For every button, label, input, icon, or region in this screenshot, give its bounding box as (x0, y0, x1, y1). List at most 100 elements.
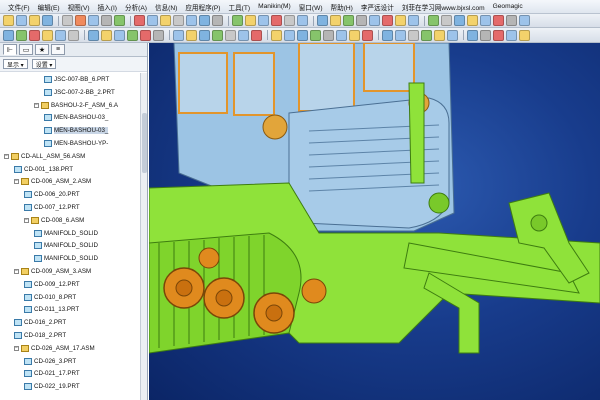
tree-node[interactable]: − CD-006_ASM_2.ASM (14, 177, 91, 186)
collapse-icon[interactable]: − (24, 217, 29, 223)
menu-item[interactable]: Geomagic (489, 3, 527, 10)
show-dropdown[interactable]: 显示 ▾ (3, 59, 28, 69)
toolbar-button-icon[interactable] (29, 15, 40, 26)
menu-item[interactable]: 文件(F) (4, 2, 34, 12)
toolbar-button-icon[interactable] (467, 29, 478, 41)
tree-node[interactable]: CD-018_2.PRT (14, 331, 66, 340)
tree-node[interactable]: CD-009_12.PRT (24, 280, 80, 289)
toolbar-button-icon[interactable] (75, 15, 86, 26)
toolbar-button-icon[interactable] (317, 15, 328, 26)
toolbar-button-icon[interactable] (258, 15, 269, 26)
folder-tab[interactable]: ▭ (19, 44, 33, 55)
tree-node[interactable]: CD-001_138.PRT (14, 165, 73, 174)
toolbar-button-icon[interactable] (356, 15, 367, 26)
toolbar-button-icon[interactable] (284, 15, 295, 26)
toolbar-button-icon[interactable] (127, 29, 138, 41)
menu-item[interactable]: 信息(N) (151, 2, 181, 12)
toolbar-button-icon[interactable] (519, 15, 530, 26)
tree-node[interactable]: CD-010_8.PRT (24, 293, 76, 302)
toolbar-button-icon[interactable] (199, 29, 210, 41)
model-tree-tab[interactable]: ⊩ (3, 44, 17, 55)
toolbar-button-icon[interactable] (62, 15, 73, 26)
toolbar-button-icon[interactable] (362, 29, 373, 41)
toolbar-button-icon[interactable] (232, 15, 243, 26)
toolbar-button-icon[interactable] (480, 15, 491, 26)
toolbar-button-icon[interactable] (271, 29, 282, 41)
toolbar-button-icon[interactable] (336, 29, 347, 41)
tree-node[interactable]: − CD-ALL_ASM_56.ASM (4, 152, 85, 161)
tree-node[interactable]: JSC-007-BB_6.PRT (44, 75, 109, 84)
toolbar-button-icon[interactable] (330, 15, 341, 26)
collapse-icon[interactable]: − (14, 269, 19, 274)
toolbar-button-icon[interactable] (238, 29, 249, 41)
toolbar-button-icon[interactable] (369, 15, 380, 26)
toolbar-button-icon[interactable] (297, 29, 308, 41)
tree-node[interactable]: MANIFOLD_SOLID (34, 229, 98, 238)
toolbar-button-icon[interactable] (506, 29, 517, 41)
toolbar-button-icon[interactable] (480, 29, 491, 41)
toolbar-button-icon[interactable] (16, 29, 27, 41)
toolbar-button-icon[interactable] (395, 29, 406, 41)
collapse-icon[interactable]: − (4, 153, 9, 159)
toolbar-button-icon[interactable] (467, 15, 478, 26)
toolbar-button-icon[interactable] (55, 29, 66, 41)
toolbar-button-icon[interactable] (519, 29, 530, 41)
favorites-tab[interactable]: ★ (35, 44, 49, 55)
menu-item[interactable]: 李严远设计 (357, 2, 398, 12)
tree-node[interactable]: MANIFOLD_SOLID (34, 241, 98, 250)
toolbar-button-icon[interactable] (493, 15, 504, 26)
toolbar-button-icon[interactable] (153, 29, 164, 41)
toolbar-button-icon[interactable] (382, 15, 393, 26)
menu-item[interactable]: 帮助(H) (327, 2, 357, 12)
toolbar-button-icon[interactable] (29, 29, 40, 41)
toolbar-button-icon[interactable] (434, 29, 445, 41)
toolbar-button-icon[interactable] (147, 15, 158, 26)
toolbar-button-icon[interactable] (88, 15, 99, 26)
toolbar-button-icon[interactable] (42, 15, 53, 26)
toolbar-button-icon[interactable] (3, 15, 14, 26)
toolbar-button-icon[interactable] (284, 29, 295, 41)
tree-node[interactable]: − CD-026_ASM_17.ASM (14, 344, 95, 353)
toolbar-button-icon[interactable] (3, 29, 14, 41)
toolbar-button-icon[interactable] (114, 15, 125, 26)
toolbar-button-icon[interactable] (297, 15, 308, 26)
menu-item[interactable]: 窗口(W) (295, 2, 327, 12)
toolbar-button-icon[interactable] (349, 29, 360, 41)
tree-node[interactable]: CD-006_20.PRT (24, 190, 80, 199)
toolbar-button-icon[interactable] (245, 15, 256, 26)
tree-node[interactable]: CD-016_2.PRT (14, 318, 66, 327)
collapse-icon[interactable]: − (14, 345, 19, 351)
toolbar-button-icon[interactable] (447, 29, 458, 41)
tree-node[interactable]: CD-026_3.PRT (24, 357, 76, 366)
menu-item[interactable]: 插入(I) (94, 2, 121, 12)
toolbar-button-icon[interactable] (212, 15, 223, 26)
tree-node[interactable]: − BASHOU-2-F_ASM_6.A (34, 101, 118, 110)
toolbar-button-icon[interactable] (88, 29, 99, 41)
toolbar-button-icon[interactable] (173, 15, 184, 26)
menu-item[interactable]: 编辑(E) (34, 2, 64, 12)
toolbar-button-icon[interactable] (395, 15, 406, 26)
toolbar-button-icon[interactable] (454, 15, 465, 26)
menu-item[interactable]: Manikin(M) (254, 3, 295, 10)
toolbar-button-icon[interactable] (421, 29, 432, 41)
toolbar-button-icon[interactable] (408, 29, 419, 41)
toolbar-button-icon[interactable] (186, 29, 197, 41)
scrollbar-thumb[interactable] (142, 113, 147, 173)
toolbar-button-icon[interactable] (441, 15, 452, 26)
tree-node[interactable]: MANIFOLD_SOLID (34, 254, 98, 263)
tree-node[interactable]: CD-021_17.PRT (24, 369, 80, 378)
toolbar-button-icon[interactable] (212, 29, 223, 41)
tree-node[interactable]: CD-007_12.PRT (24, 203, 80, 212)
toolbar-button-icon[interactable] (16, 15, 27, 26)
tree-node[interactable]: MEN-BASHOU-03_ (44, 113, 108, 122)
3d-graphics-viewport[interactable] (149, 43, 600, 400)
tree-node[interactable]: − CD-008_6.ASM (24, 216, 84, 225)
toolbar-button-icon[interactable] (114, 29, 125, 41)
layers-tab[interactable]: ≡ (51, 44, 65, 55)
toolbar-button-icon[interactable] (173, 29, 184, 41)
menu-item[interactable]: 视图(V) (64, 2, 94, 12)
toolbar-button-icon[interactable] (42, 29, 53, 41)
collapse-icon[interactable]: − (34, 102, 39, 108)
toolbar-button-icon[interactable] (493, 29, 504, 41)
tree-node[interactable]: MEN-BASHOU-YP- (44, 139, 108, 148)
